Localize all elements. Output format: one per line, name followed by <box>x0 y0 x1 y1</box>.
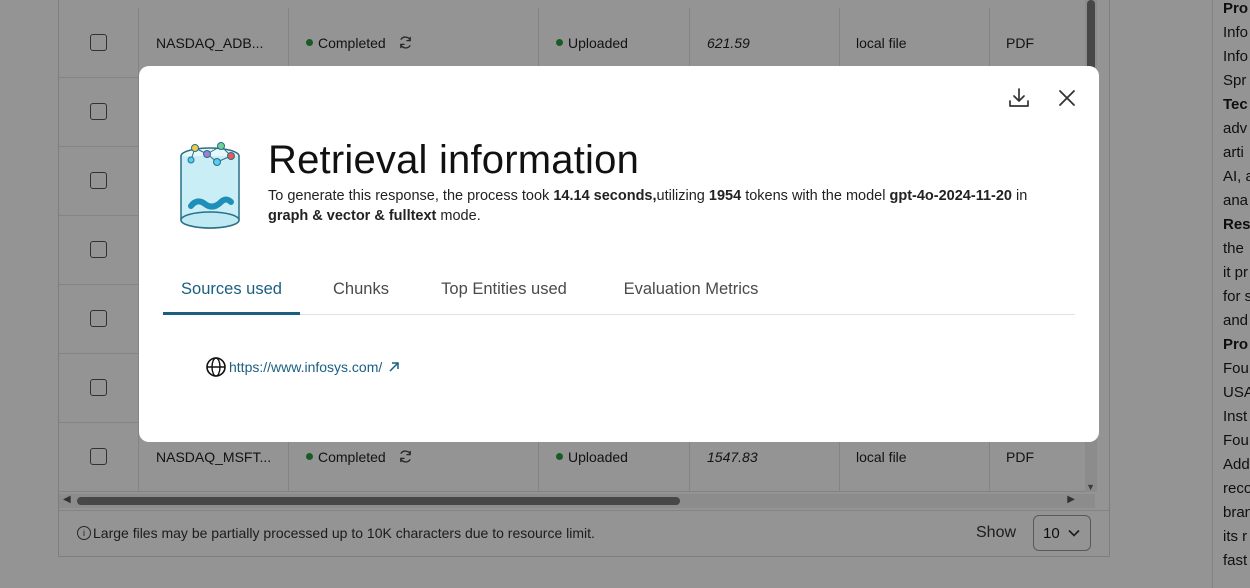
retrieval-illustration-icon <box>177 138 243 234</box>
close-button[interactable] <box>1053 84 1081 112</box>
summary-text: in <box>1011 188 1028 204</box>
summary-text: mode. <box>436 208 481 224</box>
summary-mode: graph & vector & fulltext <box>268 208 437 224</box>
summary-text: utilizing <box>656 188 709 204</box>
tab-evaluation-metrics[interactable]: Evaluation Metrics <box>586 266 796 312</box>
source-link[interactable]: https://www.infosys.com/ <box>229 359 382 375</box>
download-icon <box>1009 88 1029 107</box>
close-icon <box>1059 90 1075 106</box>
modal-title: Retrieval information <box>268 138 640 182</box>
globe-icon <box>206 357 226 377</box>
retrieval-tabs: Sources used Chunks Top Entities used Ev… <box>163 266 1075 315</box>
retrieval-info-modal: Retrieval information To generate this r… <box>139 66 1099 442</box>
source-item: https://www.infosys.com/ <box>205 356 400 378</box>
tab-chunks[interactable]: Chunks <box>300 266 422 312</box>
external-link-icon[interactable] <box>388 361 400 373</box>
retrieval-summary: To generate this response, the process t… <box>268 186 1068 226</box>
summary-model: gpt-4o-2024-11-20 <box>889 188 1012 204</box>
tab-top-entities-used[interactable]: Top Entities used <box>422 266 586 312</box>
summary-tokens: 1954 <box>708 188 742 204</box>
summary-seconds: 14.14 seconds, <box>553 188 657 204</box>
tab-sources-used[interactable]: Sources used <box>163 266 300 315</box>
summary-text: tokens with the model <box>741 188 890 204</box>
summary-text: To generate this response, the process t… <box>268 188 554 204</box>
download-button[interactable] <box>1005 84 1033 112</box>
